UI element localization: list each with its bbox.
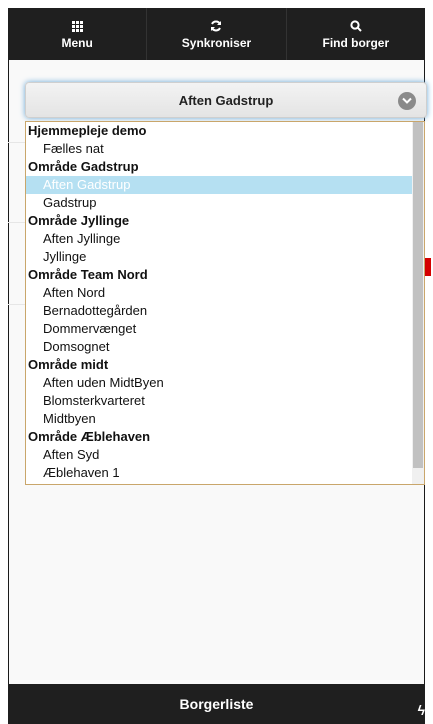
dropdown-option[interactable]: Gadstrup	[26, 194, 424, 212]
find-citizen-label: Find borger	[322, 36, 390, 50]
option-group-label: Område midt	[28, 357, 109, 372]
option-group-label: Område Jyllinge	[28, 213, 130, 228]
dropdown-option[interactable]: Blomsterkvarteret	[26, 392, 424, 410]
dropdown-option[interactable]: Aften Syd	[26, 446, 424, 464]
sync-icon	[210, 18, 222, 34]
sync-button[interactable]: Synkroniser	[147, 8, 287, 60]
area-dropdown-list[interactable]: Hjemmepleje demo Fælles nat Område Gadstru…	[25, 121, 425, 485]
sync-label: Synkroniser	[181, 36, 252, 50]
area-select-value: Aften Gadstrup	[178, 92, 274, 108]
option-group-label: Område Gadstrup	[28, 159, 139, 174]
dropdown-option[interactable]: Dommervænget	[26, 320, 424, 338]
grid-icon	[71, 18, 83, 34]
dropdown-option[interactable]: Domsognet	[26, 338, 424, 356]
search-icon	[350, 18, 362, 34]
option-group-label: Område Team Nord	[28, 267, 148, 282]
option-group-label: Område Æblehaven	[28, 429, 151, 444]
area-select[interactable]: Aften Gadstrup	[25, 82, 427, 118]
bottom-bar: Borgerliste ϟ	[8, 684, 425, 724]
dropdown-option[interactable]: Bernadottegården	[26, 302, 424, 320]
dropdown-option[interactable]: Jyllinge	[26, 248, 424, 266]
option-list: Hjemmepleje demo Fælles nat Område Gadstru…	[26, 122, 424, 482]
chevron-down-icon	[398, 92, 416, 110]
status-marker	[425, 258, 431, 276]
citizen-list-button[interactable]: Borgerliste	[180, 696, 254, 712]
menu-button[interactable]: Menu	[8, 8, 148, 60]
dropdown-option[interactable]: Aften uden MidtByen	[26, 374, 424, 392]
menu-label: Menu	[61, 36, 93, 50]
scrollbar-thumb[interactable]	[413, 122, 423, 468]
dropdown-option[interactable]: Aften Gadstrup	[26, 176, 424, 194]
dropdown-option[interactable]: Aften Jyllinge	[26, 230, 424, 248]
dropdown-option[interactable]: Midtbyen	[26, 410, 424, 428]
option-group-label: Hjemmepleje demo	[28, 123, 147, 138]
find-citizen-button[interactable]: Find borger	[287, 8, 425, 60]
dropdown-option[interactable]: Æblehaven 1	[26, 464, 424, 482]
bolt-icon[interactable]: ϟ	[418, 702, 425, 718]
dropdown-option[interactable]: Aften Nord	[26, 284, 424, 302]
dropdown-option[interactable]: Fælles nat	[26, 140, 424, 158]
scrollbar-track[interactable]	[412, 122, 424, 484]
top-toolbar: Menu Synkroniser Find borger	[8, 8, 425, 60]
